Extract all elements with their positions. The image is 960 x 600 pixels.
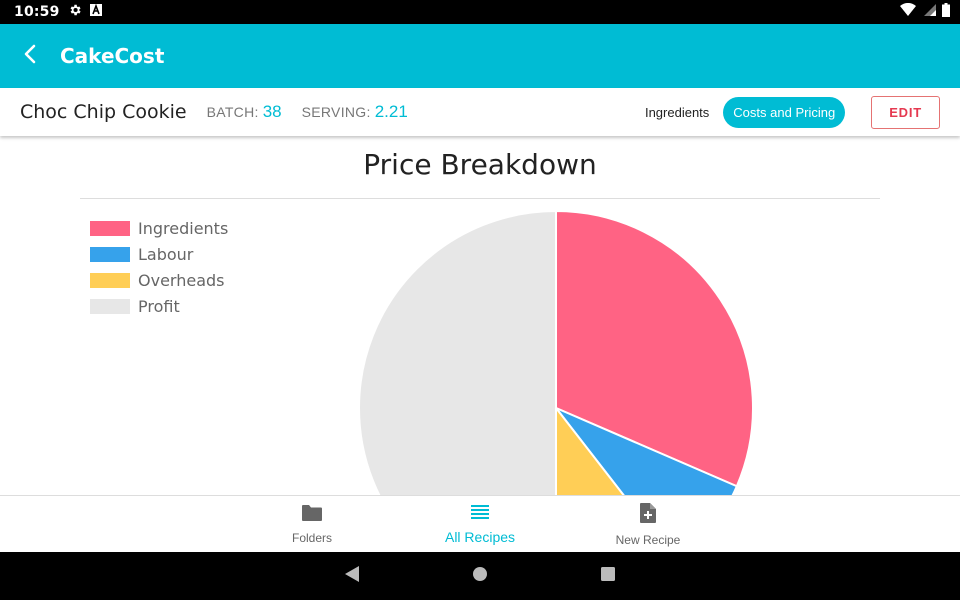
legend-label: Ingredients (138, 218, 229, 238)
recipe-header: Choc Chip Cookie BATCH: 38 SERVING: 2.21… (0, 88, 960, 136)
title-divider (80, 198, 880, 199)
system-home-button[interactable] (468, 564, 492, 588)
app-screen: 10:59 CakeCost Choc Chip Cookie BATCH: 3… (0, 0, 960, 600)
circle-home-icon (472, 566, 488, 587)
legend-label: Labour (138, 244, 194, 264)
app-title: CakeCost (60, 44, 165, 68)
list-icon (470, 504, 490, 525)
recipe-name: Choc Chip Cookie (20, 101, 187, 123)
triangle-back-icon (344, 565, 360, 588)
legend-label: Overheads (138, 270, 225, 290)
edit-button[interactable]: EDIT (871, 95, 940, 129)
chart-title: Price Breakdown (363, 148, 597, 181)
a-badge-icon (89, 3, 102, 21)
status-time: 10:59 (14, 4, 60, 20)
back-button[interactable] (0, 24, 60, 88)
nav-label: Folders (291, 530, 332, 545)
settings-icon (68, 3, 82, 22)
tab-costs-and-pricing[interactable]: Costs and Pricing (723, 96, 846, 128)
serving-value: 2.21 (374, 102, 408, 121)
legend-item-labour[interactable]: Labour (90, 241, 228, 267)
battery-icon (942, 2, 950, 22)
tab-ingredients[interactable]: Ingredients (631, 99, 723, 126)
content-area: Price Breakdown Ingredients Labour Overh… (0, 136, 960, 496)
legend-label: Profit (138, 296, 180, 316)
legend-item-overheads[interactable]: Overheads (90, 267, 228, 293)
batch-label: BATCH: (206, 104, 259, 120)
wifi-icon (900, 2, 916, 22)
status-bar: 10:59 (0, 0, 960, 24)
app-bar: CakeCost (0, 24, 960, 88)
legend-swatch-profit (90, 298, 130, 314)
folder-icon (301, 504, 323, 527)
square-recents-icon (600, 566, 616, 587)
legend-swatch-labour (90, 246, 130, 262)
back-arrow-icon (22, 44, 38, 69)
batch-value: 38 (262, 102, 282, 121)
nav-folders[interactable]: Folders (228, 496, 396, 552)
bottom-navigation: Folders All Recipes New Recipe (0, 495, 960, 552)
legend-swatch-overheads (90, 272, 130, 288)
legend-swatch-ingredients (90, 220, 130, 236)
system-navigation-bar (0, 552, 960, 600)
system-back-button[interactable] (340, 564, 364, 588)
nav-label: All Recipes (444, 528, 516, 545)
serving-info: SERVING: 2.21 (282, 102, 408, 122)
nav-new-recipe[interactable]: New Recipe (564, 496, 732, 552)
batch-info: BATCH: 38 (187, 102, 282, 122)
legend-item-profit[interactable]: Profit (90, 293, 228, 319)
chart-legend: Ingredients Labour Overheads Profit (90, 215, 228, 319)
nav-label: New Recipe (615, 532, 681, 547)
signal-icon (922, 3, 936, 22)
new-file-icon (639, 502, 657, 529)
pie-slice-profit[interactable] (358, 209, 557, 496)
nav-all-recipes[interactable]: All Recipes (396, 496, 564, 552)
serving-label: SERVING: (301, 104, 371, 120)
legend-item-ingredients[interactable]: Ingredients (90, 215, 228, 241)
system-recents-button[interactable] (596, 564, 620, 588)
